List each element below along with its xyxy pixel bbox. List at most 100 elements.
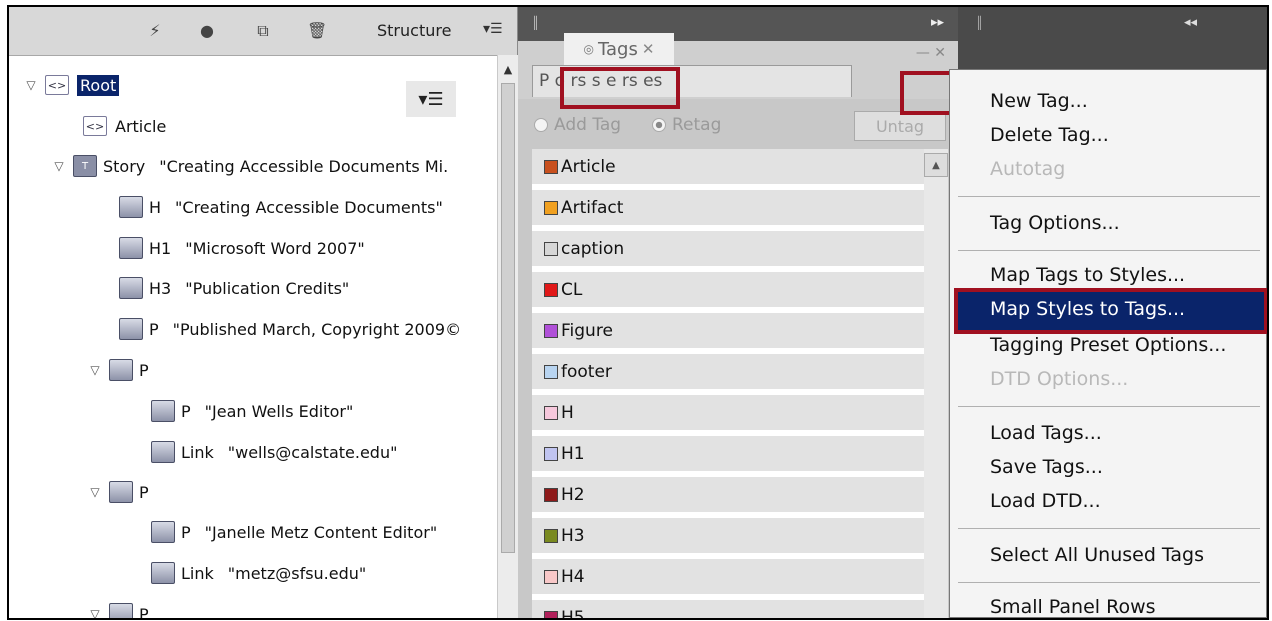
tree-item-content: "Publication Credits" [185, 278, 350, 298]
tree-row-story[interactable]: ▽ T Story "Creating Accessible Documents… [51, 151, 448, 181]
expand-triangle-icon[interactable]: ▽ [23, 78, 39, 92]
expand-triangle-icon[interactable]: ▽ [87, 485, 103, 499]
text-element-icon [109, 359, 133, 381]
menu-item-load-dtd[interactable]: Load DTD... [990, 490, 1101, 512]
tree-item-label: H1 [149, 238, 172, 258]
structure-menu-icon[interactable]: ▾☰ [483, 21, 503, 37]
scroll-up-icon[interactable]: ▲ [498, 63, 518, 76]
tag-name: Article [561, 156, 616, 177]
tree-row[interactable]: H "Creating Accessible Documents" [119, 192, 443, 222]
dot-icon[interactable]: ● [197, 21, 217, 41]
tree-item-content: "Janelle Metz Content Editor" [204, 522, 438, 542]
tree-row[interactable]: P "Jean Wells Editor" [151, 396, 353, 426]
tree-row[interactable]: H3 "Publication Credits" [119, 273, 349, 303]
scroll-up-icon[interactable]: ▲ [924, 153, 948, 177]
panel-menu-button[interactable]: ▾☰ [406, 81, 456, 117]
tag-row[interactable]: caption [532, 231, 924, 269]
tree-row[interactable]: H1 "Microsoft Word 2007" [119, 233, 365, 263]
tag-row[interactable]: H4 [532, 559, 924, 597]
tree-item-content: "Microsoft Word 2007" [185, 238, 365, 258]
menu-item-map-tags-to-styles[interactable]: Map Tags to Styles... [990, 264, 1185, 286]
tree-row[interactable]: P "Janelle Metz Content Editor" [151, 517, 437, 547]
tag-row[interactable]: H2 [532, 477, 924, 515]
tree-row-root[interactable]: ▽ <> Root [23, 70, 133, 100]
menu-item-delete-tag[interactable]: Delete Tag... [990, 124, 1109, 146]
menu-item-save-tags[interactable]: Save Tags... [990, 456, 1103, 478]
tab-tags[interactable]: ◎ Tags ✕ [564, 33, 674, 65]
structure-scrollbar[interactable]: ▲ [497, 55, 518, 618]
tag-row[interactable]: Artifact [532, 190, 924, 228]
tag-name: H1 [561, 443, 585, 464]
text-element-icon [109, 481, 133, 503]
menu-item-tag-options[interactable]: Tag Options... [990, 212, 1120, 234]
text-element-icon [119, 196, 143, 218]
tree-row[interactable]: Link "metz@sfsu.edu" [151, 558, 366, 588]
expand-arrows-icon[interactable]: ▸▸ [931, 15, 944, 30]
tag-row[interactable]: H5 [532, 600, 924, 618]
tree-row[interactable]: ▽ P [87, 599, 163, 618]
tree-item-label: P [139, 482, 149, 502]
text-element-icon [151, 400, 175, 422]
tag-row[interactable]: H3 [532, 518, 924, 556]
tag-actions-bar: Add Tag Retag Untag [532, 107, 952, 145]
text-element-icon [151, 441, 175, 463]
panel-menu-icon[interactable]: ▾☰ [418, 89, 443, 110]
tag-row[interactable]: CL [532, 272, 924, 310]
tree-item-content: "Published March, Copyright 2009© [172, 319, 462, 339]
radio-icon[interactable] [534, 118, 548, 132]
radio-icon[interactable] [652, 118, 666, 132]
menu-item-dtd-options: DTD Options... [990, 368, 1129, 390]
tag-row[interactable]: Figure [532, 313, 924, 351]
menu-item-select-all-unused-tags[interactable]: Select All Unused Tags [990, 544, 1204, 566]
retag-label: Retag [672, 115, 722, 135]
menu-separator [958, 250, 1260, 251]
tree-item-label: P [181, 522, 191, 542]
story-icon: T [73, 155, 97, 177]
tree-row[interactable]: ▽ P [87, 477, 163, 507]
tab-close-icon[interactable]: ✕ [642, 40, 655, 58]
tag-row[interactable]: footer [532, 354, 924, 392]
scrollbar-thumb[interactable] [501, 83, 515, 553]
tag-color-swatch [544, 446, 558, 461]
menu-item-small-panel-rows[interactable]: Small Panel Rows [990, 596, 1156, 618]
tag-color-swatch [544, 282, 558, 297]
tag-color-swatch [544, 610, 558, 618]
screenshot-frame: ⚡ ● ⧉ 🗑 Structure ▾☰ ▽ <> Root <> Articl… [7, 5, 1269, 620]
expand-triangle-icon[interactable]: ▽ [51, 159, 67, 173]
frame-icon[interactable]: ⧉ [253, 21, 273, 41]
collapse-arrows-icon[interactable]: ◂◂ [1184, 15, 1197, 30]
lightning-icon[interactable]: ⚡ [145, 21, 165, 41]
expand-triangle-icon[interactable]: ▽ [87, 363, 103, 377]
text-element-icon [119, 277, 143, 299]
menu-item-tagging-preset-options[interactable]: Tagging Preset Options... [990, 334, 1226, 356]
tree-row[interactable]: P "Published March, Copyright 2009© [119, 314, 461, 344]
retag-option[interactable]: Retag [652, 115, 721, 135]
tree-item-content: "wells@calstate.edu" [227, 442, 398, 462]
tree-row[interactable]: Link "wells@calstate.edu" [151, 437, 397, 467]
grip-icon[interactable]: ║ [532, 16, 539, 30]
tag-color-swatch [544, 241, 558, 256]
callout-box-menu-button [900, 71, 954, 115]
tag-name: Figure [561, 320, 613, 341]
add-tag-option[interactable]: Add Tag [534, 115, 621, 135]
tag-color-swatch [544, 569, 558, 584]
menu-item-load-tags[interactable]: Load Tags... [990, 422, 1102, 444]
untag-button[interactable]: Untag [854, 111, 946, 141]
tag-row[interactable]: H1 [532, 436, 924, 474]
text-element-icon [119, 237, 143, 259]
grip-icon[interactable]: ║ [976, 16, 983, 30]
tag-element-icon: <> [45, 75, 69, 95]
tree-row[interactable]: ▽ P [87, 355, 163, 385]
tag-name: caption [561, 238, 625, 259]
trash-icon[interactable]: 🗑 [307, 21, 327, 41]
expand-triangle-icon[interactable]: ▽ [87, 607, 103, 618]
callout-box-map-styles [954, 288, 1267, 334]
tree-row-article[interactable]: <> Article [83, 111, 180, 141]
tag-row[interactable]: H [532, 395, 924, 433]
tree-item-label: P [181, 401, 191, 421]
menu-item-new-tag[interactable]: New Tag... [990, 90, 1088, 112]
tag-row[interactable]: Article [532, 149, 924, 187]
tree-item-label: H3 [149, 278, 172, 298]
tag-list-scrollbar[interactable]: ▲ [924, 149, 948, 618]
close-icon[interactable]: — ✕ [916, 45, 946, 61]
